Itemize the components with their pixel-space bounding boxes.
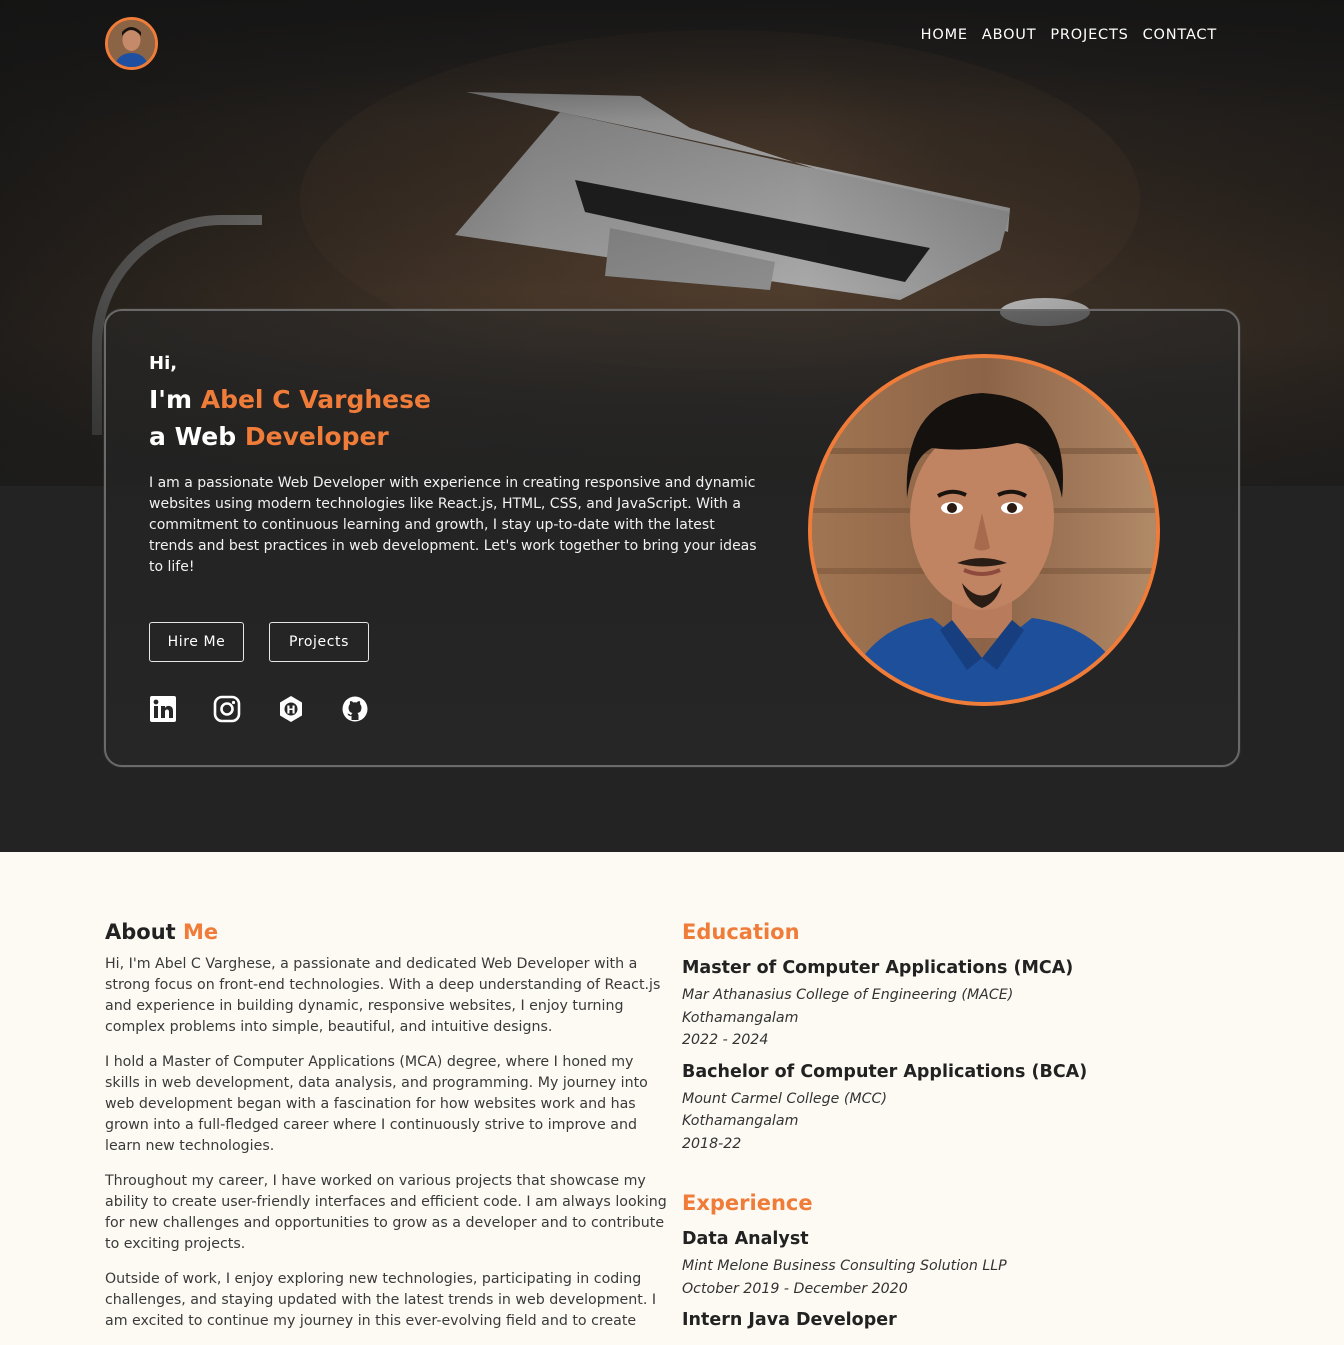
education-degree: Master of Computer Applications (MCA) — [682, 958, 1074, 978]
education-college: Mar Athanasius College of Engineering (M… — [682, 987, 1014, 1003]
nav-projects[interactable]: PROJECTS — [1050, 27, 1128, 43]
hero-greeting: Hi, — [149, 353, 178, 374]
education-years: 2022 - 2024 — [682, 1032, 769, 1048]
experience-title: Experience — [682, 1191, 813, 1215]
hire-me-button[interactable]: Hire Me — [149, 622, 244, 662]
nav-links: HOME ABOUT PROJECTS CONTACT — [921, 27, 1217, 43]
about-paragraph-4: Outside of work, I enjoy exploring new t… — [105, 1271, 657, 1329]
social-links: H — [149, 695, 369, 723]
experience-role: Data Analyst — [682, 1229, 809, 1249]
projects-button[interactable]: Projects — [269, 622, 369, 662]
experience-company: Mint Melone Business Consulting Solution… — [682, 1258, 1007, 1274]
education-place: Kothamangalam — [682, 1113, 799, 1129]
instagram-icon[interactable] — [213, 695, 241, 723]
hero-im: I'm — [149, 385, 193, 414]
education-years: 2018-22 — [682, 1135, 742, 1152]
hero-section: HOME ABOUT PROJECTS CONTACT Hi, I'm Abel… — [0, 0, 1344, 852]
linkedin-icon[interactable] — [149, 695, 177, 723]
education-item: Bachelor of Computer Applications (BCA) … — [682, 1062, 1182, 1156]
github-icon[interactable] — [341, 695, 369, 723]
nav-contact[interactable]: CONTACT — [1143, 27, 1217, 43]
about-title: About Me — [105, 920, 670, 944]
svg-text:H: H — [286, 704, 295, 717]
about-title-accent: Me — [183, 920, 219, 944]
experience-item: Data Analyst Mint Melone Business Consul… — [682, 1229, 1182, 1300]
resume-column: Education Master of Computer Application… — [682, 920, 1182, 1340]
about-title-prefix: About — [105, 920, 176, 944]
about-paragraph-2: I hold a Master of Computer Applications… — [105, 1054, 648, 1154]
nav-home[interactable]: HOME — [921, 27, 968, 43]
hero-role: Developer — [244, 422, 389, 451]
profile-portrait — [808, 354, 1160, 706]
hero-intro: I am a passionate Web Developer with exp… — [149, 475, 757, 575]
education-title: Education — [682, 920, 800, 944]
education-place: Kothamangalam — [682, 1009, 799, 1026]
nav-about[interactable]: ABOUT — [982, 27, 1037, 43]
about-paragraph-3: Throughout my career, I have worked on v… — [105, 1173, 667, 1252]
hero-card: Hi, I'm Abel C Varghese a Web Developer … — [104, 309, 1240, 767]
about-column: About Me Hi, I'm Abel C Varghese, a pass… — [105, 920, 670, 1345]
hero-a: a — [149, 422, 166, 451]
education-degree: Bachelor of Computer Applications (BCA) — [682, 1061, 1088, 1082]
about-section: About Me Hi, I'm Abel C Varghese, a pass… — [0, 852, 1344, 1345]
hero-web: Web — [174, 422, 237, 451]
top-nav: HOME ABOUT PROJECTS CONTACT — [0, 0, 1344, 86]
experience-role: Intern Java Developer — [682, 1310, 897, 1330]
experience-item: Intern Java Developer — [682, 1310, 1182, 1330]
education-item: Master of Computer Applications (MCA) Ma… — [682, 958, 1182, 1052]
education-college: Mount Carmel College (MCC) — [682, 1090, 887, 1107]
experience-period: October 2019 - December 2020 — [682, 1280, 908, 1297]
logo-avatar[interactable] — [105, 17, 158, 70]
hero-name: Abel C Varghese — [200, 385, 431, 414]
about-paragraph-1: Hi, I'm Abel C Varghese, a passionate an… — [105, 956, 661, 1035]
hashnode-icon[interactable]: H — [277, 695, 305, 723]
hero-headline: I'm Abel C Varghese a Web Developer — [149, 381, 431, 455]
